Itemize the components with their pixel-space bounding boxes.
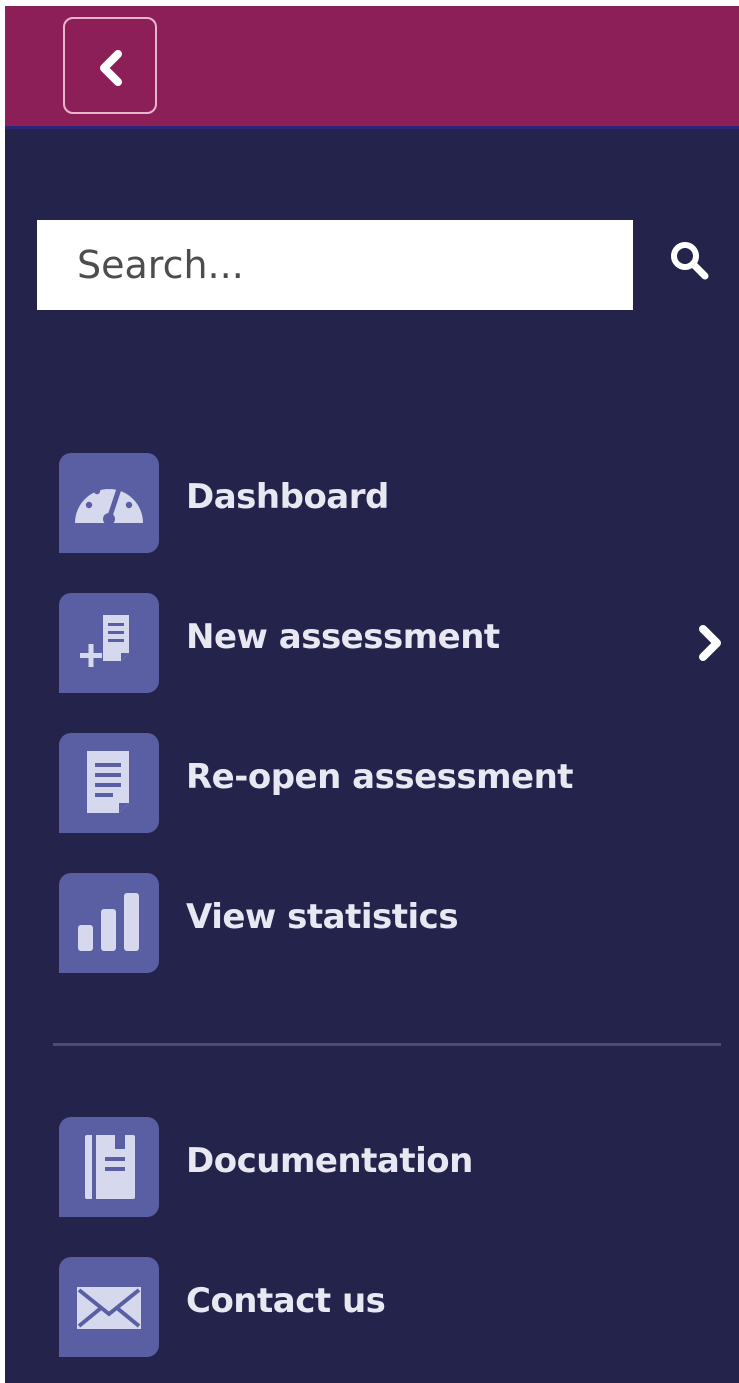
nav-item-label: Re-open assessment	[186, 757, 574, 797]
documentation-icon-tile	[59, 1117, 159, 1217]
dashboard-icon-tile	[59, 453, 159, 553]
nav-item-label: View statistics	[186, 897, 459, 937]
back-button[interactable]	[63, 17, 157, 114]
nav-item-view-statistics[interactable]: View statistics	[59, 873, 719, 973]
new-assessment-icon-tile	[59, 593, 159, 693]
search-icon	[671, 242, 709, 280]
view-statistics-icon-tile	[59, 873, 159, 973]
nav-item-label: Dashboard	[186, 477, 389, 517]
sidebar-panel: Dashboard New assessment	[5, 6, 739, 1383]
contact-us-icon-tile	[59, 1257, 159, 1357]
nav-item-contact-us[interactable]: Contact us	[59, 1257, 719, 1357]
sidebar-header	[5, 6, 739, 129]
menu-divider	[53, 1043, 721, 1046]
search-button[interactable]	[667, 238, 711, 282]
nav-item-reopen-assessment[interactable]: Re-open assessment	[59, 733, 719, 833]
nav-item-documentation[interactable]: Documentation	[59, 1117, 719, 1217]
chevron-left-icon	[100, 50, 122, 86]
new-document-icon	[80, 615, 129, 667]
reopen-assessment-icon-tile	[59, 733, 159, 833]
nav-item-label: Contact us	[186, 1281, 386, 1321]
nav-item-label: Documentation	[186, 1141, 473, 1181]
nav-item-new-assessment[interactable]: New assessment	[59, 593, 721, 693]
search-input[interactable]	[37, 220, 633, 310]
envelope-icon	[77, 1287, 141, 1329]
document-icon	[87, 751, 129, 813]
bar-chart-icon	[78, 893, 139, 951]
chevron-right-icon[interactable]	[693, 623, 727, 663]
nav-item-label: New assessment	[186, 617, 500, 657]
notebook-icon	[85, 1135, 135, 1199]
nav-item-dashboard[interactable]: Dashboard	[59, 453, 719, 553]
dashboard-gauge-icon	[75, 482, 143, 525]
